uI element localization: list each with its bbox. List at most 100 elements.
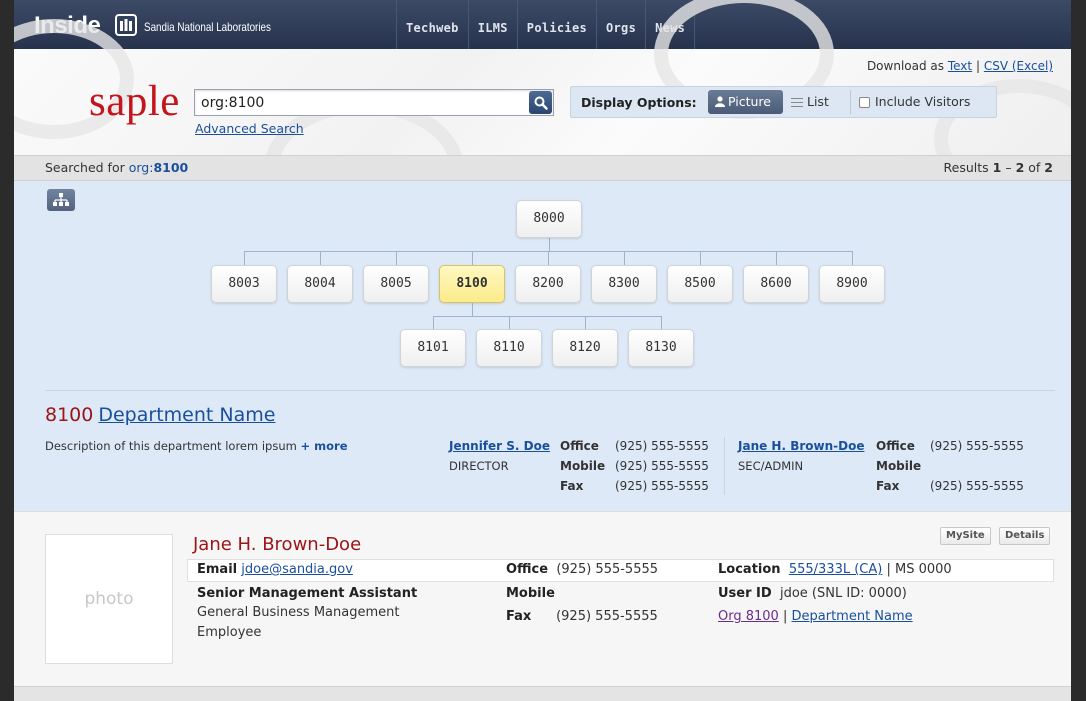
saple-logo[interactable]: saple <box>89 77 180 126</box>
org-node-8500[interactable]: 8500 <box>667 265 733 303</box>
include-visitors-checkbox[interactable] <box>859 97 870 108</box>
location-cell: Location 555/333L (CA) | MS 0000 <box>718 562 952 577</box>
department-heading: 8100 Department Name <box>45 404 275 426</box>
office-value: (925) 555-5555 <box>615 439 709 453</box>
org-node-8120[interactable]: 8120 <box>552 329 618 367</box>
search-input[interactable] <box>195 90 525 115</box>
nav-techweb[interactable]: Techweb <box>396 0 468 49</box>
contact-role: DIRECTOR <box>449 459 509 473</box>
org-link[interactable]: Org 8100 <box>718 609 779 624</box>
tree-connector <box>320 251 321 265</box>
contact-name-link[interactable]: Jane H. Brown-Doe <box>738 439 864 453</box>
picture-view-button[interactable]: Picture <box>708 90 783 114</box>
userid-cell: User ID jdoe (SNL ID: 0000) <box>718 586 907 601</box>
tree-connector <box>472 303 473 316</box>
tree-connector <box>585 316 586 329</box>
nav-orgs[interactable]: Orgs <box>596 0 645 49</box>
download-text-link[interactable]: Text <box>948 59 972 73</box>
fax-value: (925) 555-5555 <box>930 479 1024 493</box>
search-box <box>194 89 554 116</box>
tree-connector <box>244 251 245 265</box>
office-value: (925) 555-5555 <box>556 562 659 577</box>
app-frame: Inside Sandia National Laboratories Tech… <box>14 0 1071 701</box>
mobile-label: Mobile <box>876 459 922 473</box>
nav-ilms[interactable]: ILMS <box>467 0 517 49</box>
person-title: Senior Management Assistant <box>197 586 417 601</box>
mobile-label: Mobile <box>560 459 606 473</box>
contact-role: SEC/ADMIN <box>738 459 804 473</box>
more-link[interactable]: + more <box>301 439 348 453</box>
top-navigation-bar: Inside Sandia National Laboratories Tech… <box>14 0 1071 49</box>
office-label: Office <box>560 439 599 453</box>
nav-policies[interactable]: Policies <box>516 0 596 49</box>
details-button[interactable]: Details <box>999 527 1051 545</box>
office-label: Office <box>506 562 549 577</box>
org-node-8004[interactable]: 8004 <box>287 265 353 303</box>
include-visitors-toggle[interactable]: Include Visitors <box>850 90 970 114</box>
department-description: Description of this department lorem ips… <box>45 439 348 453</box>
tree-connector <box>509 316 510 329</box>
org-node-8300[interactable]: 8300 <box>591 265 657 303</box>
fax-cell: Fax (925) 555-5555 <box>506 609 658 624</box>
org-node-8000[interactable]: 8000 <box>516 200 582 238</box>
results-total: 2 <box>1044 160 1053 175</box>
org-node-8101[interactable]: 8101 <box>400 329 466 367</box>
tree-connector <box>433 316 434 329</box>
contact-name-link[interactable]: Jennifer S. Doe <box>449 439 550 453</box>
display-options: Display Options: Picture List Include Vi… <box>570 86 997 118</box>
person-card: photo Jane H. Brown-Doe MySite Details E… <box>14 511 1071 686</box>
tree-connector <box>852 251 853 265</box>
org-node-8200[interactable]: 8200 <box>515 265 581 303</box>
mysite-button[interactable]: MySite <box>940 527 991 545</box>
department-name-link[interactable]: Department Name <box>98 404 275 426</box>
advanced-search-link[interactable]: Advanced Search <box>195 121 304 136</box>
user-icon <box>715 96 725 107</box>
main-nav: Techweb ILMS Policies Orgs News <box>396 0 696 49</box>
email-cell: Email jdoe@sandia.gov <box>197 562 353 577</box>
query-link[interactable]: org:8100 <box>129 160 189 175</box>
download-links: Download as Text | CSV (Excel) <box>867 59 1053 73</box>
results-count: Results 1 – 2 of 2 <box>944 156 1053 180</box>
department-link[interactable]: Department Name <box>792 609 913 624</box>
org-node-8900[interactable]: 8900 <box>819 265 885 303</box>
org-node-8130[interactable]: 8130 <box>628 329 694 367</box>
list-icon <box>791 98 803 107</box>
fax-value: (925) 555-5555 <box>556 609 658 624</box>
display-options-label: Display Options: <box>581 95 697 110</box>
query-value: 8100 <box>153 160 189 175</box>
list-view-button[interactable]: List <box>789 90 829 114</box>
department-number: 8100 <box>45 404 94 426</box>
search-header: Download as Text | CSV (Excel) saple Adv… <box>14 0 1071 239</box>
email-link[interactable]: jdoe@sandia.gov <box>241 562 353 577</box>
org-node-8100[interactable]: 8100 <box>439 265 505 303</box>
contact-divider <box>724 437 725 495</box>
org-node-8005[interactable]: 8005 <box>363 265 429 303</box>
tree-connector <box>548 251 549 265</box>
tree-connector <box>433 316 661 317</box>
fax-label: Fax <box>506 609 532 624</box>
results-label: Results <box>943 160 989 175</box>
results-end: 2 <box>1015 160 1025 175</box>
results-range-separator: – <box>1005 160 1012 175</box>
person-photo: photo <box>45 534 173 664</box>
query-prefix: org: <box>128 160 154 175</box>
sandia-logo-icon <box>115 14 137 36</box>
download-separator: | <box>975 59 980 73</box>
search-button[interactable] <box>529 91 552 114</box>
search-icon <box>534 96 548 110</box>
tree-connector <box>472 251 473 265</box>
org-node-8600[interactable]: 8600 <box>743 265 809 303</box>
picture-label: Picture <box>728 94 771 109</box>
title-text: Senior Management Assistant <box>197 586 418 601</box>
org-node-8110[interactable]: 8110 <box>476 329 542 367</box>
mobile-label: Mobile <box>506 586 555 601</box>
org-chart-area: 8000 8003 8004 8005 8100 8200 8300 8500 8600 8900… <box>14 181 1071 511</box>
org-node-8003[interactable]: 8003 <box>211 265 277 303</box>
download-csv-link[interactable]: CSV (Excel) <box>984 59 1053 73</box>
job-category: General Business Management <box>197 605 400 620</box>
tree-connector <box>661 316 662 329</box>
tree-connector <box>624 251 625 265</box>
person-name[interactable]: Jane H. Brown-Doe <box>193 534 361 555</box>
userid-value: jdoe (SNL ID: 0000) <box>779 586 907 601</box>
location-link[interactable]: 555/333L (CA) <box>789 562 883 577</box>
